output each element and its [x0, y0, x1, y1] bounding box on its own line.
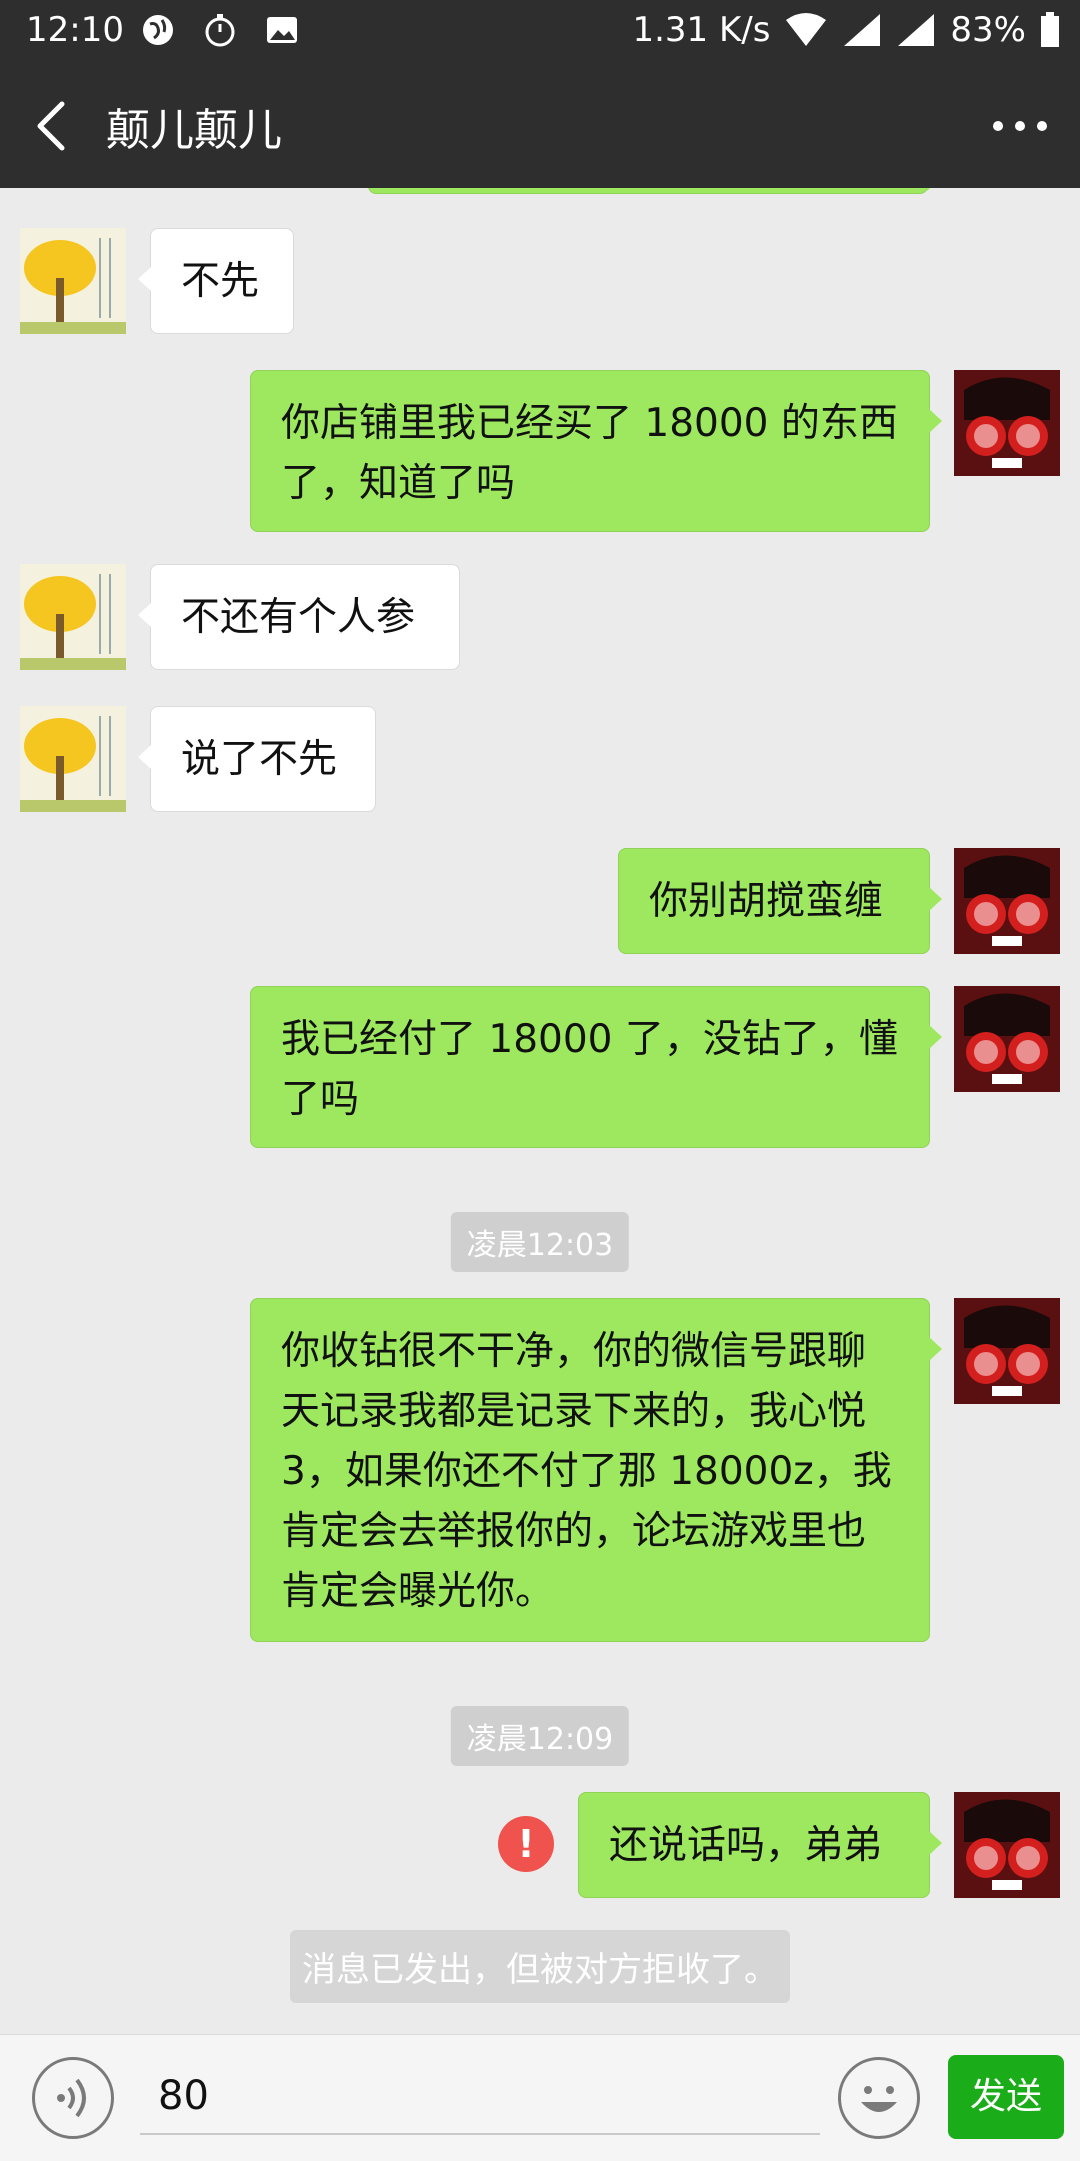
avatar-contact[interactable]	[20, 228, 126, 334]
signal-icon	[898, 14, 935, 46]
message-timestamp: 凌晨12:03	[450, 1212, 630, 1272]
back-arrow-icon[interactable]	[28, 98, 78, 154]
avatar-self[interactable]	[954, 848, 1060, 954]
message-bubble-outgoing[interactable]: 还说话吗，弟弟	[578, 1792, 942, 1898]
image-icon	[267, 17, 297, 43]
status-time: 12:10	[26, 10, 124, 50]
voice-button[interactable]	[32, 2057, 114, 2139]
message-bubble-clipped[interactable]	[368, 188, 940, 194]
avatar-contact[interactable]	[20, 564, 126, 670]
message-bubble-outgoing[interactable]: 你收钻很不干净，你的微信号跟聊天记录我都是记录下来的，我心悦3，如果你还不付了那…	[250, 1298, 942, 1642]
avatar-contact[interactable]	[20, 706, 126, 812]
avatar-self[interactable]	[954, 1298, 1060, 1404]
message-bubble-outgoing[interactable]: 你别胡搅蛮缠	[618, 848, 942, 954]
stopwatch-icon	[205, 14, 235, 47]
rejected-notice: 消息已发出，但被对方拒收了。	[290, 1930, 790, 2003]
avatar-self[interactable]	[954, 986, 1060, 1092]
avatar-self[interactable]	[954, 1792, 1060, 1898]
message-bubble-incoming[interactable]: 不还有个人参	[138, 564, 460, 670]
more-dots-icon[interactable]	[990, 108, 1050, 144]
message-bubble-incoming[interactable]: 说了不先	[138, 706, 376, 812]
net-speed: 1.31 K/s	[632, 10, 771, 50]
message-bubble-outgoing[interactable]: 你店铺里我已经买了 18000 的东西了，知道了吗	[250, 370, 942, 532]
send-button[interactable]: 发送	[948, 2055, 1064, 2139]
input-bar: 80 发送	[0, 2034, 1080, 2161]
chat-list[interactable]: 不先 你店铺里我已经买了 18000 的东西了，知道了吗 不还有个人参 说了不先…	[0, 188, 1080, 2034]
avatar-self[interactable]	[954, 370, 1060, 476]
battery-percent: 83%	[950, 10, 1026, 50]
message-timestamp: 凌晨12:09	[450, 1706, 630, 1766]
title-bar: 颠儿颠儿	[0, 64, 1080, 188]
emoji-button[interactable]	[838, 2057, 920, 2139]
chat-title: 颠儿颠儿	[106, 105, 282, 156]
exclamation-icon[interactable]: !	[498, 1816, 554, 1872]
battery-icon	[1041, 12, 1059, 47]
status-bar: 12:10 1.31 K/s 83%	[0, 0, 1080, 64]
message-input[interactable]: 80	[140, 2057, 820, 2135]
message-bubble-incoming[interactable]: 不先	[138, 228, 294, 334]
message-bubble-outgoing[interactable]: 我已经付了 18000 了，没钻了，懂了吗	[250, 986, 942, 1148]
voice-icon	[57, 2078, 86, 2118]
emoji-icon	[861, 2086, 897, 2112]
signal-icon	[844, 14, 881, 46]
globe-icon	[143, 15, 173, 45]
wifi-icon	[786, 13, 827, 46]
